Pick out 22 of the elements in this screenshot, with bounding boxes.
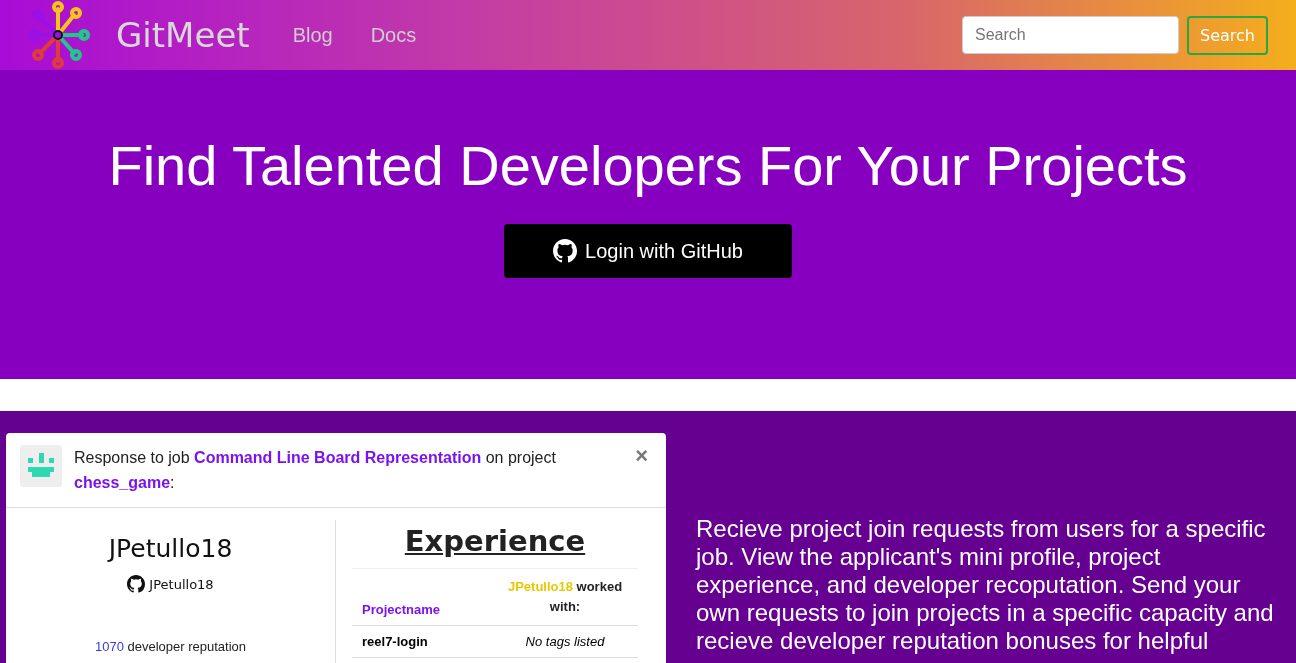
brand-name[interactable]: GitMeet [116, 15, 250, 55]
column-header: JPetullo18 worked with: [506, 578, 624, 616]
github-icon [127, 575, 146, 593]
close-button[interactable]: × [631, 445, 652, 467]
github-icon [553, 239, 578, 263]
response-message: Response to job Command Line Board Representation on project chess_game: [74, 448, 557, 493]
nav-link[interactable]: Docs [370, 23, 417, 47]
profile-name: JPetullo18 [108, 534, 233, 563]
feature-description: Recieve project join requests from users for a specific job. View the applicant's mini profile, project experience, and developer recoputation. Send your own requests to join projects in a specific capacity and recieve developer reputation bonuses for helpful [696, 515, 1275, 655]
pixel-avatar-icon [20, 445, 62, 487]
github-username[interactable]: JPetullo18 [149, 576, 214, 592]
nav-link[interactable]: Blog [292, 23, 333, 47]
experience-heading: Experience [352, 520, 638, 569]
table-cell-text: reel7-login [361, 634, 429, 649]
table-cell-text: No tags listed [524, 634, 606, 649]
column-header: Projectname [361, 602, 442, 617]
logo-icon [26, 1, 90, 69]
login-button[interactable]: Login with GitHub [504, 224, 792, 278]
job-link[interactable]: Command Line Board Representation [194, 449, 482, 466]
search-field[interactable]: Search [962, 16, 1180, 54]
reputation-text: 1070 developer reputation [94, 639, 247, 654]
hero-title: Find Talented Developers For Your Projects [108, 133, 1188, 199]
